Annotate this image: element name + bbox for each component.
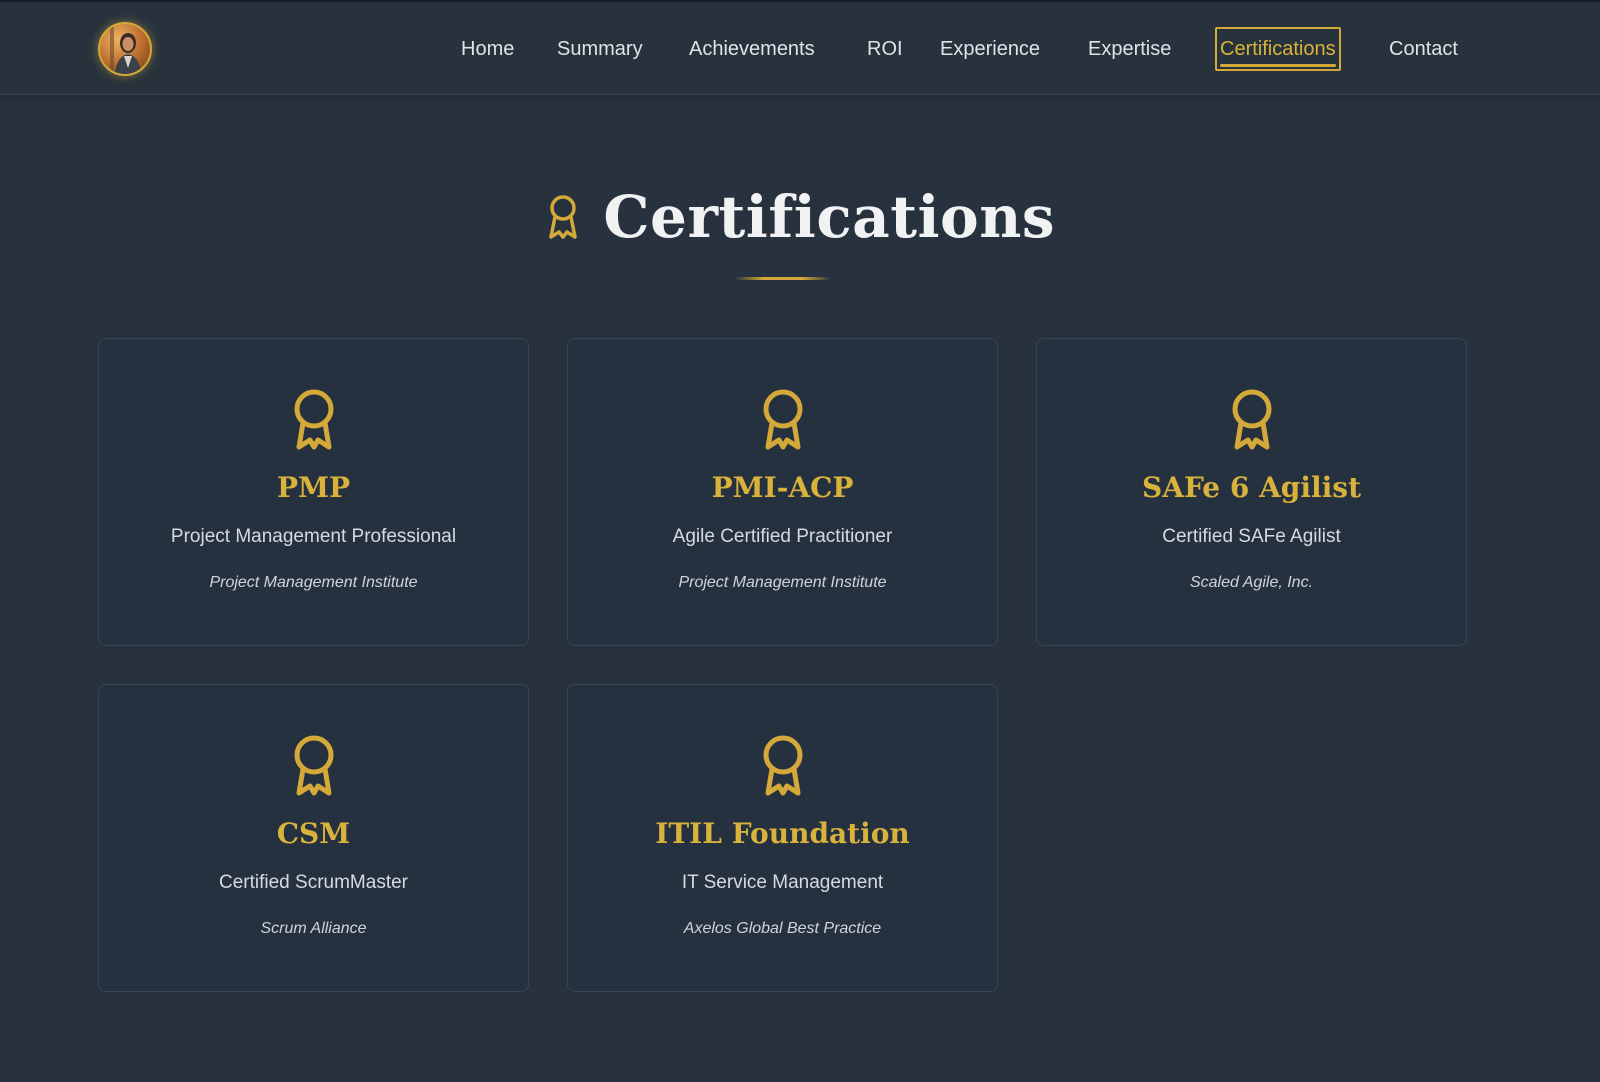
nav-contact[interactable]: Contact <box>1389 27 1458 71</box>
certification-title: ITIL Foundation <box>655 817 910 850</box>
nav-summary[interactable]: Summary <box>557 27 643 71</box>
award-icon <box>549 195 577 239</box>
certification-issuer: Project Management Institute <box>209 574 418 591</box>
certification-subtitle: Certified SAFe Agilist <box>1162 526 1341 547</box>
certification-title: CSM <box>276 817 351 850</box>
certification-issuer: Scaled Agile, Inc. <box>1189 574 1314 591</box>
certification-subtitle: Project Management Professional <box>170 526 457 547</box>
nav-achievements[interactable]: Achievements <box>689 27 815 71</box>
certification-subtitle: IT Service Management <box>681 872 884 893</box>
certification-subtitle: Certified ScrumMaster <box>219 872 408 893</box>
nav-home[interactable]: Home <box>461 27 514 71</box>
section-heading: Certifications <box>0 183 1600 263</box>
certification-card-pmp: PMP Project Management Professional Proj… <box>98 338 529 646</box>
certification-card-safe: SAFe 6 Agilist Certified SAFe Agilist Sc… <box>1036 338 1467 646</box>
certification-card-pmi-acp: PMI-ACP Agile Certified Practitioner Pro… <box>567 338 998 646</box>
nav-experience[interactable]: Experience <box>940 27 1040 71</box>
award-icon <box>763 389 803 450</box>
certification-card-csm: CSM Certified ScrumMaster Scrum Alliance <box>98 684 529 992</box>
certification-title: PMP <box>276 471 351 504</box>
award-icon <box>294 735 334 796</box>
page-title: Certifications <box>603 183 1056 251</box>
certification-title: SAFe 6 Agilist <box>1142 471 1361 504</box>
title-underline <box>735 277 831 280</box>
nav-certifications[interactable]: Certifications <box>1215 27 1341 71</box>
certification-title: PMI-ACP <box>711 471 854 504</box>
certification-issuer: Project Management Institute <box>678 574 887 591</box>
award-icon <box>294 389 334 450</box>
award-icon <box>1232 389 1272 450</box>
certification-subtitle: Agile Certified Practitioner <box>672 526 893 547</box>
nav-roi[interactable]: ROI <box>867 27 903 71</box>
award-icon <box>763 735 803 796</box>
certification-card-itil: ITIL Foundation IT Service Management Ax… <box>567 684 998 992</box>
main-nav: Home Summary Achievements ROI Experience… <box>0 27 1600 71</box>
top-navigation-bar: Home Summary Achievements ROI Experience… <box>0 0 1600 95</box>
nav-expertise[interactable]: Expertise <box>1088 27 1171 71</box>
certification-issuer: Scrum Alliance <box>260 920 367 937</box>
certification-issuer: Axelos Global Best Practice <box>683 920 882 937</box>
